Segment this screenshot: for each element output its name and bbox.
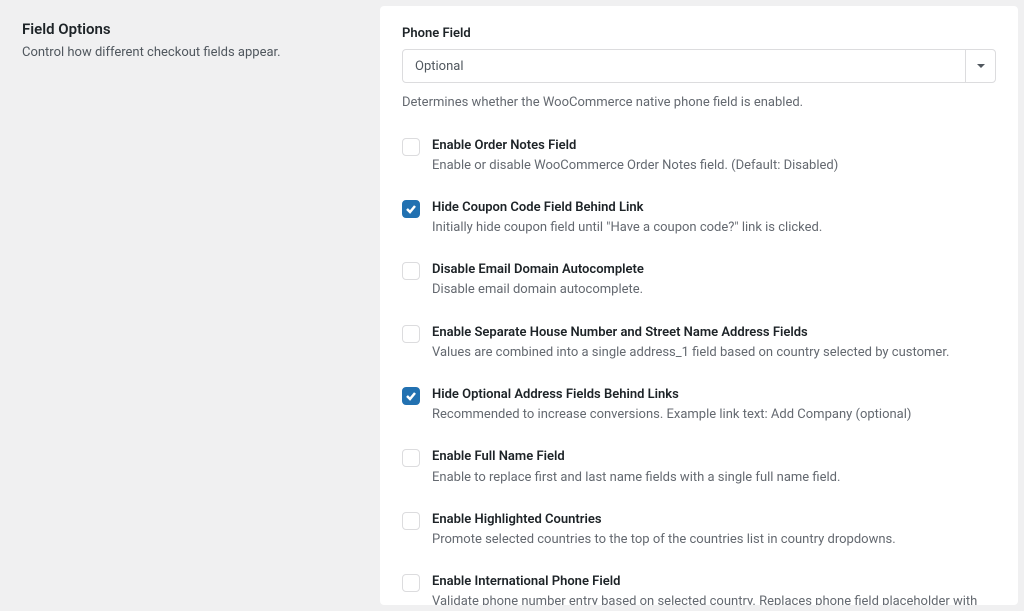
checkbox-content: Enable International Phone Field Validate… xyxy=(432,573,996,605)
section-title: Field Options xyxy=(22,20,360,38)
checkbox-row: Enable Order Notes Field Enable or disabl… xyxy=(402,137,996,175)
checkbox-title: Enable Separate House Number and Street … xyxy=(432,324,996,342)
checkbox[interactable] xyxy=(402,387,420,405)
checkbox-title: Hide Coupon Code Field Behind Link xyxy=(432,199,996,217)
checkbox[interactable] xyxy=(402,138,420,156)
checkbox-row: Enable Full Name Field Enable to replace … xyxy=(402,448,996,486)
main-panel: Phone Field Optional Determines whether … xyxy=(380,6,1018,605)
checkbox[interactable] xyxy=(402,200,420,218)
checkbox-row: Hide Optional Address Fields Behind Link… xyxy=(402,386,996,424)
checkbox-title: Enable Full Name Field xyxy=(432,448,996,466)
checkbox-description: Enable to replace first and last name fi… xyxy=(432,469,996,487)
checkbox-content: Enable Full Name Field Enable to replace … xyxy=(432,448,996,486)
checkbox-title: Disable Email Domain Autocomplete xyxy=(432,261,996,279)
checkbox-description: Values are combined into a single addres… xyxy=(432,344,996,362)
checkbox-description: Validate phone number entry based on sel… xyxy=(432,593,996,605)
phone-field-help: Determines whether the WooCommerce nativ… xyxy=(402,93,996,113)
checkbox-description: Disable email domain autocomplete. xyxy=(432,281,996,299)
checkbox-content: Enable Order Notes Field Enable or disabl… xyxy=(432,137,996,175)
checkbox[interactable] xyxy=(402,325,420,343)
sidebar: Field Options Control how different chec… xyxy=(0,0,380,611)
checkbox[interactable] xyxy=(402,449,420,467)
checkbox[interactable] xyxy=(402,512,420,530)
checkbox[interactable] xyxy=(402,262,420,280)
checkbox-title: Enable International Phone Field xyxy=(432,573,996,591)
checkbox-row: Disable Email Domain Autocomplete Disable… xyxy=(402,261,996,299)
checkbox-row: Enable International Phone Field Validate… xyxy=(402,573,996,605)
checkbox[interactable] xyxy=(402,574,420,592)
checkbox-content: Disable Email Domain Autocomplete Disable… xyxy=(432,261,996,299)
checkbox-title: Enable Order Notes Field xyxy=(432,137,996,155)
chevron-down-icon xyxy=(965,50,995,82)
checkbox-description: Promote selected countries to the top of… xyxy=(432,531,996,549)
checkbox-title: Enable Highlighted Countries xyxy=(432,511,996,529)
checkbox-title: Hide Optional Address Fields Behind Link… xyxy=(432,386,996,404)
checkbox-row: Hide Coupon Code Field Behind Link Initia… xyxy=(402,199,996,237)
checkbox-content: Enable Highlighted Countries Promote sele… xyxy=(432,511,996,549)
checkbox-content: Hide Coupon Code Field Behind Link Initia… xyxy=(432,199,996,237)
phone-field-label: Phone Field xyxy=(402,26,996,41)
phone-field-value: Optional xyxy=(415,59,965,74)
checkbox-content: Hide Optional Address Fields Behind Link… xyxy=(432,386,996,424)
checkbox-description: Initially hide coupon field until "Have … xyxy=(432,219,996,237)
checkbox-row: Enable Separate House Number and Street … xyxy=(402,324,996,362)
checkbox-row: Enable Highlighted Countries Promote sele… xyxy=(402,511,996,549)
checkbox-description: Enable or disable WooCommerce Order Note… xyxy=(432,157,996,175)
checkbox-description: Recommended to increase conversions. Exa… xyxy=(432,406,996,424)
phone-field-select[interactable]: Optional xyxy=(402,49,996,83)
checkbox-content: Enable Separate House Number and Street … xyxy=(432,324,996,362)
section-description: Control how different checkout fields ap… xyxy=(22,43,360,63)
